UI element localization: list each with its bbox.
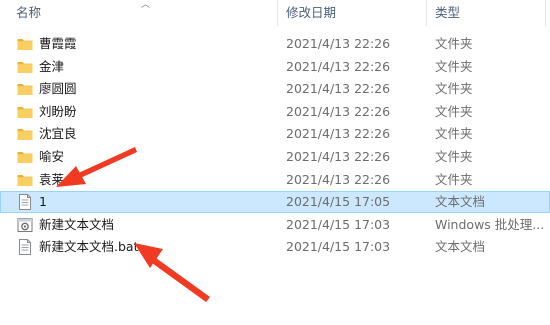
file-name: 袁莱 <box>39 171 65 187</box>
file-modified-date: 2021/4/13 22:26 <box>286 58 391 74</box>
folder-icon <box>16 35 34 53</box>
file-row[interactable]: 1 2021/4/15 17:05 文本文档 <box>0 191 550 214</box>
folder-icon <box>16 58 34 76</box>
file-type: 文件夹 <box>435 81 473 97</box>
folder-row[interactable]: 喻安 2021/4/13 22:26 文件夹 <box>0 146 550 168</box>
folder-icon <box>16 103 34 121</box>
folder-row[interactable]: 曹霞霞 2021/4/13 22:26 文件夹 <box>0 33 550 55</box>
file-modified-date: 2021/4/13 22:26 <box>286 81 391 97</box>
file-modified-date: 2021/4/15 17:05 <box>286 194 391 210</box>
file-name: 沈宜良 <box>39 126 77 142</box>
folder-icon <box>16 171 34 189</box>
file-row[interactable]: 新建文本文档 2021/4/15 17:03 Windows 批处理... <box>0 214 550 236</box>
folder-icon <box>16 148 34 166</box>
folder-row[interactable]: 沈宜良 2021/4/13 22:26 文件夹 <box>0 123 550 145</box>
column-divider[interactable] <box>545 0 546 26</box>
text-document-icon <box>16 238 34 256</box>
folder-icon <box>16 80 34 98</box>
file-type: 文件夹 <box>435 103 473 119</box>
column-divider[interactable] <box>277 0 278 26</box>
file-name: 新建文本文档.bat <box>39 239 139 255</box>
file-type: 文本文档 <box>435 239 486 255</box>
file-name: 喻安 <box>39 149 65 164</box>
file-name: 新建文本文档 <box>39 216 115 232</box>
file-modified-date: 2021/4/13 22:26 <box>286 126 391 142</box>
file-modified-date: 2021/4/15 17:03 <box>286 239 391 255</box>
file-modified-date: 2021/4/15 17:03 <box>286 216 391 232</box>
file-modified-date: 2021/4/13 22:26 <box>286 103 391 119</box>
column-header-bar: ︿ 名称 修改日期 类型 <box>0 0 550 26</box>
file-name: 金津 <box>39 58 65 74</box>
column-header-name[interactable]: 名称 <box>16 0 41 26</box>
file-modified-date: 2021/4/13 22:26 <box>286 171 391 187</box>
column-header-type[interactable]: 类型 <box>435 0 460 26</box>
column-divider[interactable] <box>426 0 427 26</box>
file-modified-date: 2021/4/13 22:26 <box>286 149 391 164</box>
file-type: 文件夹 <box>435 171 473 187</box>
file-name: 曹霞霞 <box>39 36 77 51</box>
file-type: 文件夹 <box>435 149 473 164</box>
file-type: 文件夹 <box>435 36 473 51</box>
sort-ascending-icon: ︿ <box>141 0 151 10</box>
column-header-modified[interactable]: 修改日期 <box>286 0 336 26</box>
folder-row[interactable]: 廖圆圆 2021/4/13 22:26 文件夹 <box>0 78 550 100</box>
folder-row[interactable]: 袁莱 2021/4/13 22:26 文件夹 <box>0 169 550 191</box>
file-row[interactable]: 新建文本文档.bat 2021/4/15 17:03 文本文档 <box>0 236 550 258</box>
file-type: 文件夹 <box>435 126 473 142</box>
file-type: 文件夹 <box>435 58 473 74</box>
folder-row[interactable]: 金津 2021/4/13 22:26 文件夹 <box>0 56 550 78</box>
file-modified-date: 2021/4/13 22:26 <box>286 36 391 51</box>
file-name: 刘盼盼 <box>39 103 77 119</box>
file-type: 文本文档 <box>435 194 486 210</box>
file-type: Windows 批处理... <box>435 216 545 232</box>
batch-file-icon <box>16 216 34 234</box>
file-name: 廖圆圆 <box>39 81 77 97</box>
folder-icon <box>16 125 34 143</box>
file-name: 1 <box>39 194 47 210</box>
text-document-icon <box>16 193 34 211</box>
folder-row[interactable]: 刘盼盼 2021/4/13 22:26 文件夹 <box>0 101 550 123</box>
